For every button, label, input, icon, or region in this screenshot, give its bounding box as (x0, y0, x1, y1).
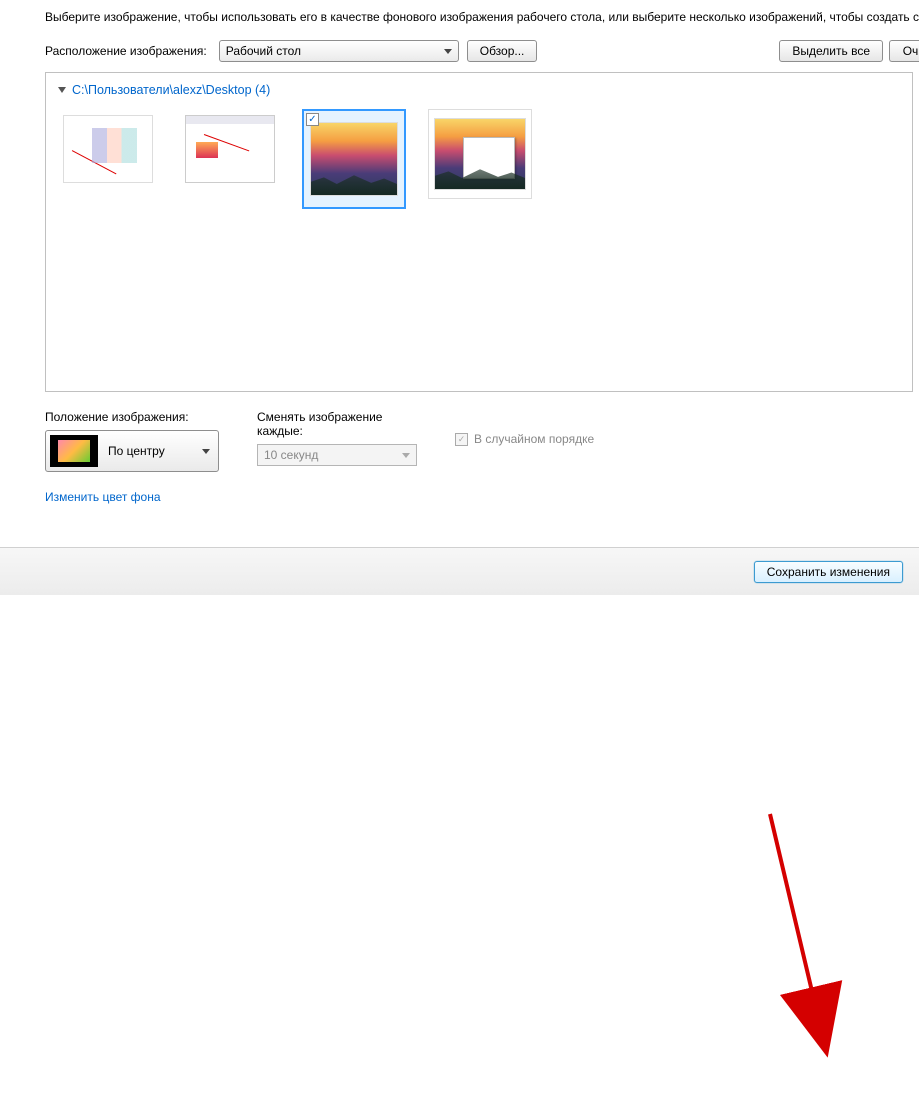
shuffle-row: ✓ В случайном порядке (455, 432, 594, 446)
save-button[interactable]: Сохранить изменения (754, 561, 903, 583)
browse-button[interactable]: Обзор... (467, 40, 538, 62)
thumbnail-list: ✓ (58, 109, 900, 209)
gallery-container: C:\Пользователи\alexz\Desktop (4) ✓ (45, 72, 913, 392)
collapse-toggle-icon[interactable] (58, 87, 66, 93)
clear-button[interactable]: Оч (889, 40, 919, 62)
position-group: Положение изображения: По центру (45, 410, 219, 472)
location-dropdown-value: Рабочий стол (226, 44, 301, 58)
gallery-path-row[interactable]: C:\Пользователи\alexz\Desktop (4) (58, 83, 900, 97)
interval-dropdown[interactable]: 10 секунд (257, 444, 417, 466)
thumbnail-image (185, 115, 275, 183)
interval-label: Сменять изображение каждые: (257, 410, 407, 438)
bottom-controls: Положение изображения: По центру Сменять… (45, 410, 919, 472)
thumbnail-item[interactable] (428, 109, 532, 199)
chevron-down-icon (402, 453, 410, 458)
interval-group: Сменять изображение каждые: 10 секунд (257, 410, 417, 466)
chevron-down-icon (444, 49, 452, 54)
position-label: Положение изображения: (45, 410, 219, 424)
thumbnail-item[interactable] (58, 109, 158, 189)
location-dropdown[interactable]: Рабочий стол (219, 40, 459, 62)
location-label: Расположение изображения: (45, 44, 207, 58)
position-dropdown-value: По центру (108, 444, 165, 458)
thumbnail-image (434, 118, 526, 190)
thumbnail-checkbox[interactable]: ✓ (306, 113, 319, 126)
thumbnail-image (63, 115, 153, 183)
location-row: Расположение изображения: Рабочий стол О… (45, 40, 919, 62)
shuffle-checkbox[interactable]: ✓ (455, 433, 468, 446)
select-all-button[interactable]: Выделить все (779, 40, 883, 62)
gallery-path-text: C:\Пользователи\alexz\Desktop (4) (72, 83, 270, 97)
shuffle-label: В случайном порядке (474, 432, 594, 446)
thumbnail-item-selected[interactable]: ✓ (302, 109, 406, 209)
instruction-text: Выберите изображение, чтобы использовать… (45, 10, 919, 24)
thumbnail-item[interactable] (180, 109, 280, 189)
footer-bar: Сохранить изменения (0, 547, 919, 595)
position-dropdown[interactable]: По центру (45, 430, 219, 472)
thumbnail-image (310, 122, 398, 196)
position-preview (50, 435, 98, 467)
chevron-down-icon (202, 449, 210, 454)
change-bg-color-link[interactable]: Изменить цвет фона (45, 490, 161, 504)
interval-dropdown-value: 10 секунд (264, 448, 318, 462)
